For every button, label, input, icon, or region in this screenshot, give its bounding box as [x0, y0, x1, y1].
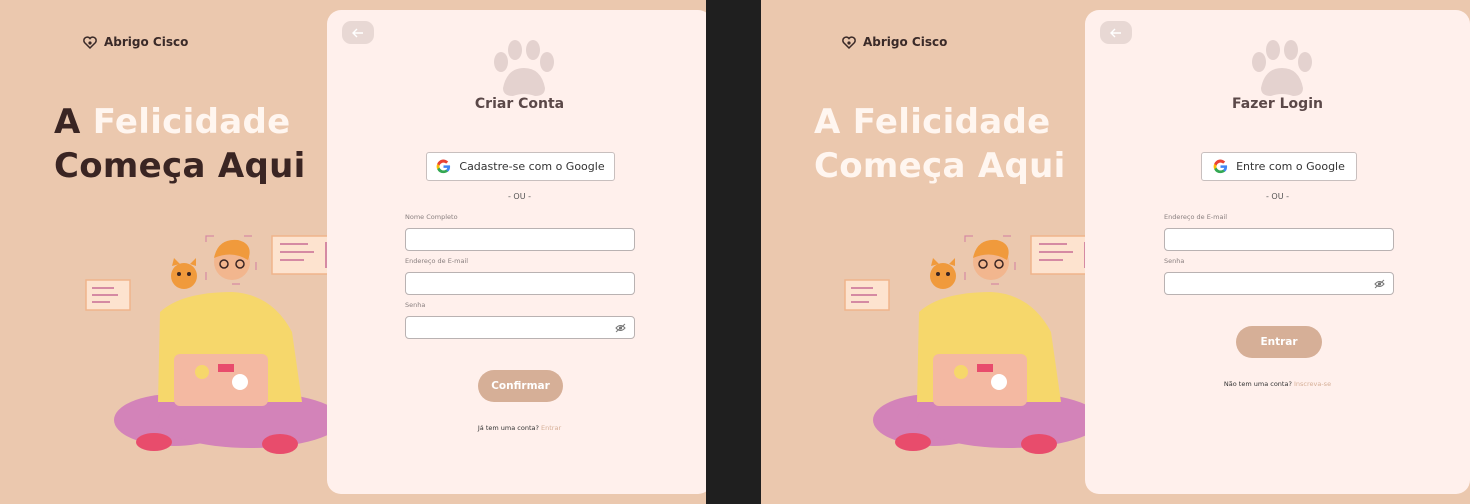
- or-divider: - OU -: [507, 192, 531, 201]
- arrow-left-icon: [1110, 28, 1121, 37]
- password-input[interactable]: [1164, 272, 1394, 295]
- signup-screen: Abrigo Cisco A Felicidade Começa Aqui Cr…: [0, 0, 706, 504]
- google-login-button[interactable]: Entre com o Google: [1201, 152, 1357, 181]
- headline-a: A: [814, 102, 853, 142]
- headline-line2: Começa Aqui: [54, 146, 306, 186]
- google-signup-button[interactable]: Cadastre-se com o Google: [426, 152, 615, 181]
- google-signup-label: Cadastre-se com o Google: [459, 160, 605, 173]
- google-icon: [1213, 159, 1228, 174]
- eye-hidden-icon[interactable]: [1374, 279, 1385, 289]
- eye-hidden-icon[interactable]: [615, 323, 626, 333]
- hero-headline: A Felicidade Começa Aqui: [814, 100, 1066, 188]
- email-label: Endereço de E-mail: [405, 257, 469, 265]
- paw-heart-logo-icon: [842, 36, 856, 50]
- brand-name: Abrigo Cisco: [104, 35, 189, 49]
- password-label: Senha: [1164, 257, 1185, 265]
- headline-felicidade: Felicidade: [92, 102, 291, 142]
- back-button[interactable]: [342, 21, 374, 44]
- password-label: Senha: [405, 301, 426, 309]
- person-with-cat-illustration: [844, 235, 1101, 454]
- full-name-input[interactable]: [405, 228, 635, 251]
- login-screen: Abrigo Cisco A Felicidade Começa Aqui Fa…: [761, 0, 1470, 504]
- login-link[interactable]: Entrar: [541, 424, 561, 432]
- paw-icon: [1252, 40, 1312, 96]
- headline-line2: Começa Aqui: [814, 146, 1066, 186]
- page-title: Criar Conta: [474, 96, 565, 112]
- password-input[interactable]: [405, 316, 635, 339]
- email-label: Endereço de E-mail: [1164, 213, 1228, 221]
- google-login-label: Entre com o Google: [1236, 160, 1345, 173]
- page-title: Fazer Login: [1232, 96, 1323, 112]
- brand-name: Abrigo Cisco: [863, 35, 948, 49]
- signup-prompt: Não tem uma conta? Inscreva-se: [1085, 380, 1470, 388]
- paw-heart-logo-icon: [83, 36, 97, 50]
- brand[interactable]: Abrigo Cisco: [841, 34, 947, 50]
- hero-headline: A Felicidade Começa Aqui: [54, 100, 306, 188]
- arrow-left-icon: [352, 28, 363, 37]
- login-button[interactable]: Entrar: [1236, 326, 1322, 358]
- google-icon: [437, 159, 451, 174]
- back-button[interactable]: [1100, 21, 1132, 44]
- login-prompt: Já tem uma conta? Entrar: [327, 424, 706, 432]
- signup-link[interactable]: Inscreva-se: [1294, 380, 1331, 388]
- email-input[interactable]: [405, 272, 635, 295]
- person-with-cat-illustration: [85, 235, 342, 454]
- name-label: Nome Completo: [405, 213, 458, 221]
- confirm-button[interactable]: Confirmar: [478, 370, 563, 402]
- login-card: Fazer Login Entre com o Google - OU - En…: [1085, 10, 1470, 494]
- login-prompt-text: Já tem uma conta?: [477, 424, 539, 432]
- paw-icon: [494, 40, 554, 96]
- signup-card: Criar Conta Cadastre-se com o Google - O…: [327, 10, 706, 494]
- brand[interactable]: Abrigo Cisco: [82, 34, 188, 50]
- signup-prompt-text: Não tem uma conta?: [1223, 380, 1292, 388]
- email-input[interactable]: [1164, 228, 1394, 251]
- or-divider: - OU -: [1265, 192, 1289, 201]
- headline-a: A: [54, 102, 93, 142]
- headline-felicidade: Felicidade: [852, 102, 1051, 142]
